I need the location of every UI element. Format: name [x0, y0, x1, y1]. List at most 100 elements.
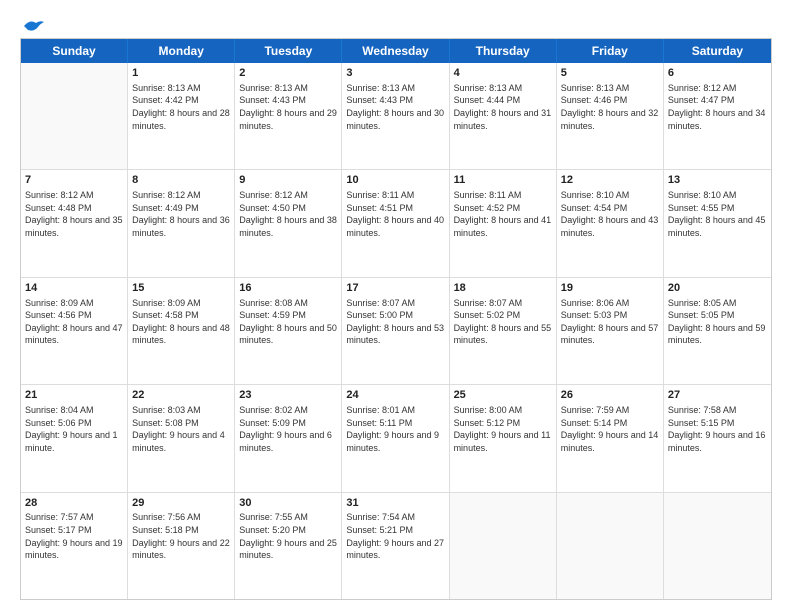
day-number: 29 [132, 496, 230, 511]
day-number: 13 [668, 173, 767, 188]
day-info: Sunrise: 8:04 AMSunset: 5:06 PMDaylight:… [25, 404, 123, 454]
day-number: 18 [454, 281, 552, 296]
day-25: 25Sunrise: 8:00 AMSunset: 5:12 PMDayligh… [450, 385, 557, 491]
day-20: 20Sunrise: 8:05 AMSunset: 5:05 PMDayligh… [664, 278, 771, 384]
day-24: 24Sunrise: 8:01 AMSunset: 5:11 PMDayligh… [342, 385, 449, 491]
day-number: 31 [346, 496, 444, 511]
day-2: 2Sunrise: 8:13 AMSunset: 4:43 PMDaylight… [235, 63, 342, 169]
day-16: 16Sunrise: 8:08 AMSunset: 4:59 PMDayligh… [235, 278, 342, 384]
day-12: 12Sunrise: 8:10 AMSunset: 4:54 PMDayligh… [557, 170, 664, 276]
header-saturday: Saturday [664, 39, 771, 63]
week-row-1: 1Sunrise: 8:13 AMSunset: 4:42 PMDaylight… [21, 63, 771, 170]
calendar: SundayMondayTuesdayWednesdayThursdayFrid… [20, 38, 772, 600]
day-info: Sunrise: 8:02 AMSunset: 5:09 PMDaylight:… [239, 404, 337, 454]
day-info: Sunrise: 8:12 AMSunset: 4:47 PMDaylight:… [668, 82, 767, 132]
day-info: Sunrise: 8:00 AMSunset: 5:12 PMDaylight:… [454, 404, 552, 454]
day-number: 7 [25, 173, 123, 188]
day-number: 10 [346, 173, 444, 188]
day-number: 30 [239, 496, 337, 511]
day-info: Sunrise: 8:12 AMSunset: 4:48 PMDaylight:… [25, 189, 123, 239]
day-number: 23 [239, 388, 337, 403]
day-5: 5Sunrise: 8:13 AMSunset: 4:46 PMDaylight… [557, 63, 664, 169]
week-row-4: 21Sunrise: 8:04 AMSunset: 5:06 PMDayligh… [21, 385, 771, 492]
empty-cell [21, 63, 128, 169]
day-number: 21 [25, 388, 123, 403]
empty-cell [664, 493, 771, 599]
day-number: 24 [346, 388, 444, 403]
day-info: Sunrise: 7:55 AMSunset: 5:20 PMDaylight:… [239, 511, 337, 561]
day-28: 28Sunrise: 7:57 AMSunset: 5:17 PMDayligh… [21, 493, 128, 599]
day-number: 4 [454, 66, 552, 81]
day-30: 30Sunrise: 7:55 AMSunset: 5:20 PMDayligh… [235, 493, 342, 599]
calendar-page: SundayMondayTuesdayWednesdayThursdayFrid… [0, 0, 792, 612]
day-info: Sunrise: 8:13 AMSunset: 4:43 PMDaylight:… [346, 82, 444, 132]
day-info: Sunrise: 8:10 AMSunset: 4:54 PMDaylight:… [561, 189, 659, 239]
day-23: 23Sunrise: 8:02 AMSunset: 5:09 PMDayligh… [235, 385, 342, 491]
week-row-3: 14Sunrise: 8:09 AMSunset: 4:56 PMDayligh… [21, 278, 771, 385]
day-info: Sunrise: 7:57 AMSunset: 5:17 PMDaylight:… [25, 511, 123, 561]
day-info: Sunrise: 7:54 AMSunset: 5:21 PMDaylight:… [346, 511, 444, 561]
day-26: 26Sunrise: 7:59 AMSunset: 5:14 PMDayligh… [557, 385, 664, 491]
logo-bird-icon [22, 18, 44, 34]
day-29: 29Sunrise: 7:56 AMSunset: 5:18 PMDayligh… [128, 493, 235, 599]
day-info: Sunrise: 8:12 AMSunset: 4:50 PMDaylight:… [239, 189, 337, 239]
day-number: 14 [25, 281, 123, 296]
day-number: 15 [132, 281, 230, 296]
day-number: 27 [668, 388, 767, 403]
day-number: 8 [132, 173, 230, 188]
day-info: Sunrise: 8:09 AMSunset: 4:58 PMDaylight:… [132, 297, 230, 347]
logo [20, 20, 44, 30]
day-number: 25 [454, 388, 552, 403]
calendar-body: 1Sunrise: 8:13 AMSunset: 4:42 PMDaylight… [21, 63, 771, 599]
day-info: Sunrise: 8:06 AMSunset: 5:03 PMDaylight:… [561, 297, 659, 347]
day-info: Sunrise: 7:58 AMSunset: 5:15 PMDaylight:… [668, 404, 767, 454]
day-number: 1 [132, 66, 230, 81]
day-info: Sunrise: 8:12 AMSunset: 4:49 PMDaylight:… [132, 189, 230, 239]
day-number: 17 [346, 281, 444, 296]
day-info: Sunrise: 8:13 AMSunset: 4:44 PMDaylight:… [454, 82, 552, 132]
day-21: 21Sunrise: 8:04 AMSunset: 5:06 PMDayligh… [21, 385, 128, 491]
day-number: 5 [561, 66, 659, 81]
day-info: Sunrise: 8:13 AMSunset: 4:46 PMDaylight:… [561, 82, 659, 132]
header-wednesday: Wednesday [342, 39, 449, 63]
day-1: 1Sunrise: 8:13 AMSunset: 4:42 PMDaylight… [128, 63, 235, 169]
day-number: 26 [561, 388, 659, 403]
day-22: 22Sunrise: 8:03 AMSunset: 5:08 PMDayligh… [128, 385, 235, 491]
day-number: 9 [239, 173, 337, 188]
week-row-5: 28Sunrise: 7:57 AMSunset: 5:17 PMDayligh… [21, 493, 771, 599]
day-27: 27Sunrise: 7:58 AMSunset: 5:15 PMDayligh… [664, 385, 771, 491]
empty-cell [450, 493, 557, 599]
day-8: 8Sunrise: 8:12 AMSunset: 4:49 PMDaylight… [128, 170, 235, 276]
day-4: 4Sunrise: 8:13 AMSunset: 4:44 PMDaylight… [450, 63, 557, 169]
day-13: 13Sunrise: 8:10 AMSunset: 4:55 PMDayligh… [664, 170, 771, 276]
day-info: Sunrise: 8:13 AMSunset: 4:42 PMDaylight:… [132, 82, 230, 132]
day-18: 18Sunrise: 8:07 AMSunset: 5:02 PMDayligh… [450, 278, 557, 384]
day-number: 12 [561, 173, 659, 188]
day-31: 31Sunrise: 7:54 AMSunset: 5:21 PMDayligh… [342, 493, 449, 599]
day-number: 19 [561, 281, 659, 296]
day-11: 11Sunrise: 8:11 AMSunset: 4:52 PMDayligh… [450, 170, 557, 276]
day-info: Sunrise: 8:09 AMSunset: 4:56 PMDaylight:… [25, 297, 123, 347]
day-number: 16 [239, 281, 337, 296]
day-9: 9Sunrise: 8:12 AMSunset: 4:50 PMDaylight… [235, 170, 342, 276]
day-14: 14Sunrise: 8:09 AMSunset: 4:56 PMDayligh… [21, 278, 128, 384]
day-number: 28 [25, 496, 123, 511]
day-info: Sunrise: 8:08 AMSunset: 4:59 PMDaylight:… [239, 297, 337, 347]
week-row-2: 7Sunrise: 8:12 AMSunset: 4:48 PMDaylight… [21, 170, 771, 277]
header-monday: Monday [128, 39, 235, 63]
day-6: 6Sunrise: 8:12 AMSunset: 4:47 PMDaylight… [664, 63, 771, 169]
day-info: Sunrise: 8:11 AMSunset: 4:52 PMDaylight:… [454, 189, 552, 239]
day-number: 6 [668, 66, 767, 81]
empty-cell [557, 493, 664, 599]
day-info: Sunrise: 8:07 AMSunset: 5:02 PMDaylight:… [454, 297, 552, 347]
day-info: Sunrise: 8:11 AMSunset: 4:51 PMDaylight:… [346, 189, 444, 239]
day-number: 2 [239, 66, 337, 81]
header-sunday: Sunday [21, 39, 128, 63]
page-header [20, 16, 772, 30]
day-3: 3Sunrise: 8:13 AMSunset: 4:43 PMDaylight… [342, 63, 449, 169]
day-17: 17Sunrise: 8:07 AMSunset: 5:00 PMDayligh… [342, 278, 449, 384]
calendar-header: SundayMondayTuesdayWednesdayThursdayFrid… [21, 39, 771, 63]
day-info: Sunrise: 8:07 AMSunset: 5:00 PMDaylight:… [346, 297, 444, 347]
day-19: 19Sunrise: 8:06 AMSunset: 5:03 PMDayligh… [557, 278, 664, 384]
day-number: 3 [346, 66, 444, 81]
